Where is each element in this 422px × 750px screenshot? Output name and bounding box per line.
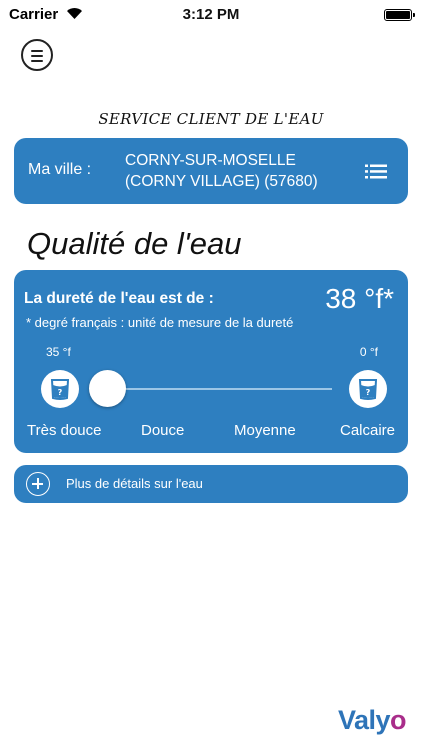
city-value: CORNY-SUR-MOSELLE (CORNY VILLAGE) (57680… — [125, 152, 318, 190]
hardness-label: La dureté de l'eau est de : — [24, 290, 214, 307]
brand-logo: Valyo — [337, 705, 407, 736]
status-bar: Carrier 3:12 PM — [0, 0, 422, 30]
hardness-value: 38 °f* — [325, 283, 394, 314]
hamburger-menu-icon — [31, 49, 43, 52]
hamburger-menu-line — [31, 59, 43, 62]
plus-circle-icon — [26, 472, 50, 496]
battery-icon — [384, 9, 415, 21]
svg-text:?: ? — [58, 388, 63, 397]
more-details-label: Plus de détails sur l'eau — [66, 476, 203, 491]
city-label: Ma ville : — [28, 161, 92, 178]
menu-button[interactable] — [21, 39, 53, 71]
hardness-slider-thumb[interactable] — [89, 370, 126, 407]
svg-text:?: ? — [366, 388, 371, 397]
scale-label-tres-douce: Très douce — [27, 422, 102, 439]
hardness-slider-track — [100, 388, 332, 390]
scale-max-label: 0 °f — [359, 345, 378, 359]
page-title: Qualité de l'eau — [27, 226, 242, 261]
scale-label-moyenne: Moyenne — [234, 422, 296, 439]
hardness-note: * degré français : unité de mesure de la… — [26, 315, 294, 330]
list-icon[interactable] — [365, 164, 387, 179]
city-selector[interactable]: Ma ville : CORNY-SUR-MOSELLE (CORNY VILL… — [14, 138, 408, 204]
more-details-button[interactable]: Plus de détails sur l'eau — [14, 465, 408, 503]
service-title: SERVICE CLIENT DE L'EAU — [98, 110, 324, 128]
scale-label-calcaire: Calcaire — [340, 422, 396, 439]
status-time: 3:12 PM — [182, 6, 240, 23]
hamburger-menu-line — [31, 54, 43, 57]
brand-logo-accent: o — [390, 705, 407, 735]
scale-label-douce: Douce — [141, 422, 185, 439]
water-jug-icon: ? — [41, 370, 79, 408]
water-jug-icon: ? — [349, 370, 387, 408]
scale-min-label: 35 °f — [46, 345, 71, 359]
hardness-card: La dureté de l'eau est de : 38 °f* * deg… — [14, 270, 408, 453]
brand-logo-main: Valy — [337, 705, 391, 735]
